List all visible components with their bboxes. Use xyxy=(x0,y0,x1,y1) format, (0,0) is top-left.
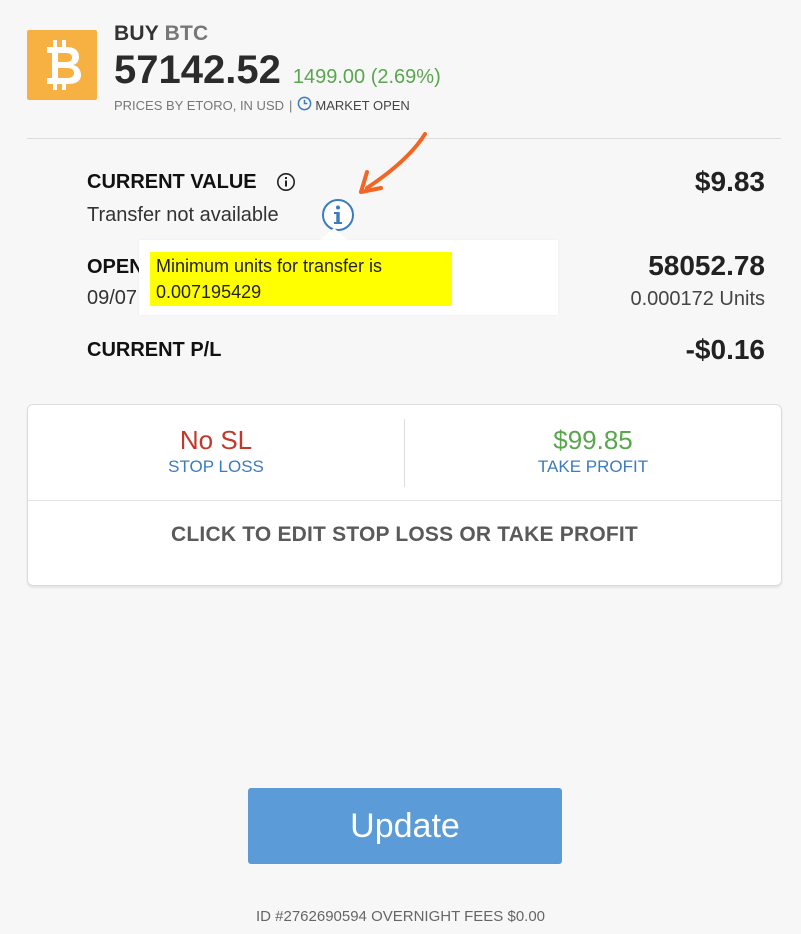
tooltip-pointer xyxy=(320,228,348,240)
instrument-header: BUY BTC 57142.52 1499.00 (2.69%) PRICES … xyxy=(114,22,441,114)
current-pl-label: CURRENT P/L xyxy=(87,339,222,361)
update-button[interactable]: Update xyxy=(248,788,562,864)
price-source: PRICES BY ETORO, IN USD xyxy=(114,97,285,113)
sl-tp-horizontal-divider xyxy=(28,500,781,501)
trade-title: BUY BTC xyxy=(114,22,441,46)
current-pl-value: -$0.16 xyxy=(685,334,765,365)
current-price: 57142.52 xyxy=(114,48,281,92)
take-profit-section[interactable]: $99.85 TAKE PROFIT xyxy=(405,425,781,477)
annotation-arrow-icon xyxy=(359,132,427,194)
open-date: 09/07 xyxy=(87,287,138,309)
current-value-label: CURRENT VALUE xyxy=(87,171,257,193)
sl-tp-panel: No SL STOP LOSS $99.85 TAKE PROFIT CLICK… xyxy=(27,404,782,586)
take-profit-value: $99.85 xyxy=(553,425,633,455)
stop-loss-value: No SL xyxy=(179,425,253,455)
clock-icon xyxy=(297,96,312,114)
take-profit-label: TAKE PROFIT xyxy=(537,457,649,476)
market-status-label: MARKET OPEN xyxy=(315,97,410,113)
price-meta: PRICES BY ETORO, IN USD | MARKET OPEN xyxy=(114,96,441,114)
bitcoin-icon xyxy=(27,30,97,100)
market-status: MARKET OPEN xyxy=(297,96,410,114)
current-value-amount: $9.83 xyxy=(694,166,765,197)
open-price: 58052.78 xyxy=(648,250,765,281)
trade-action: BUY xyxy=(114,22,159,45)
transfer-tooltip: Minimum units for transfer is 0.00719542… xyxy=(139,240,558,315)
edit-sl-tp-button[interactable]: CLICK TO EDIT STOP LOSS OR TAKE PROFIT xyxy=(28,523,781,547)
tooltip-text: Minimum units for transfer is 0.00719542… xyxy=(150,252,452,306)
position-units: 0.000172 Units xyxy=(630,288,765,310)
price-change: 1499.00 (2.69%) xyxy=(292,66,441,88)
open-label: OPEN xyxy=(87,256,144,278)
price-row: 57142.52 1499.00 (2.69%) xyxy=(114,48,441,92)
meta-separator: | xyxy=(289,97,293,113)
instrument-symbol: BTC xyxy=(164,22,209,45)
position-footer: ID #2762690594 OVERNIGHT FEES $0.00 xyxy=(255,908,546,925)
trade-details-page: BUY BTC 57142.52 1499.00 (2.69%) PRICES … xyxy=(0,0,801,934)
stop-loss-section[interactable]: No SL STOP LOSS xyxy=(28,425,404,477)
stop-loss-label: STOP LOSS xyxy=(168,457,264,476)
transfer-status: Transfer not available xyxy=(87,204,279,226)
info-icon[interactable] xyxy=(276,172,296,197)
